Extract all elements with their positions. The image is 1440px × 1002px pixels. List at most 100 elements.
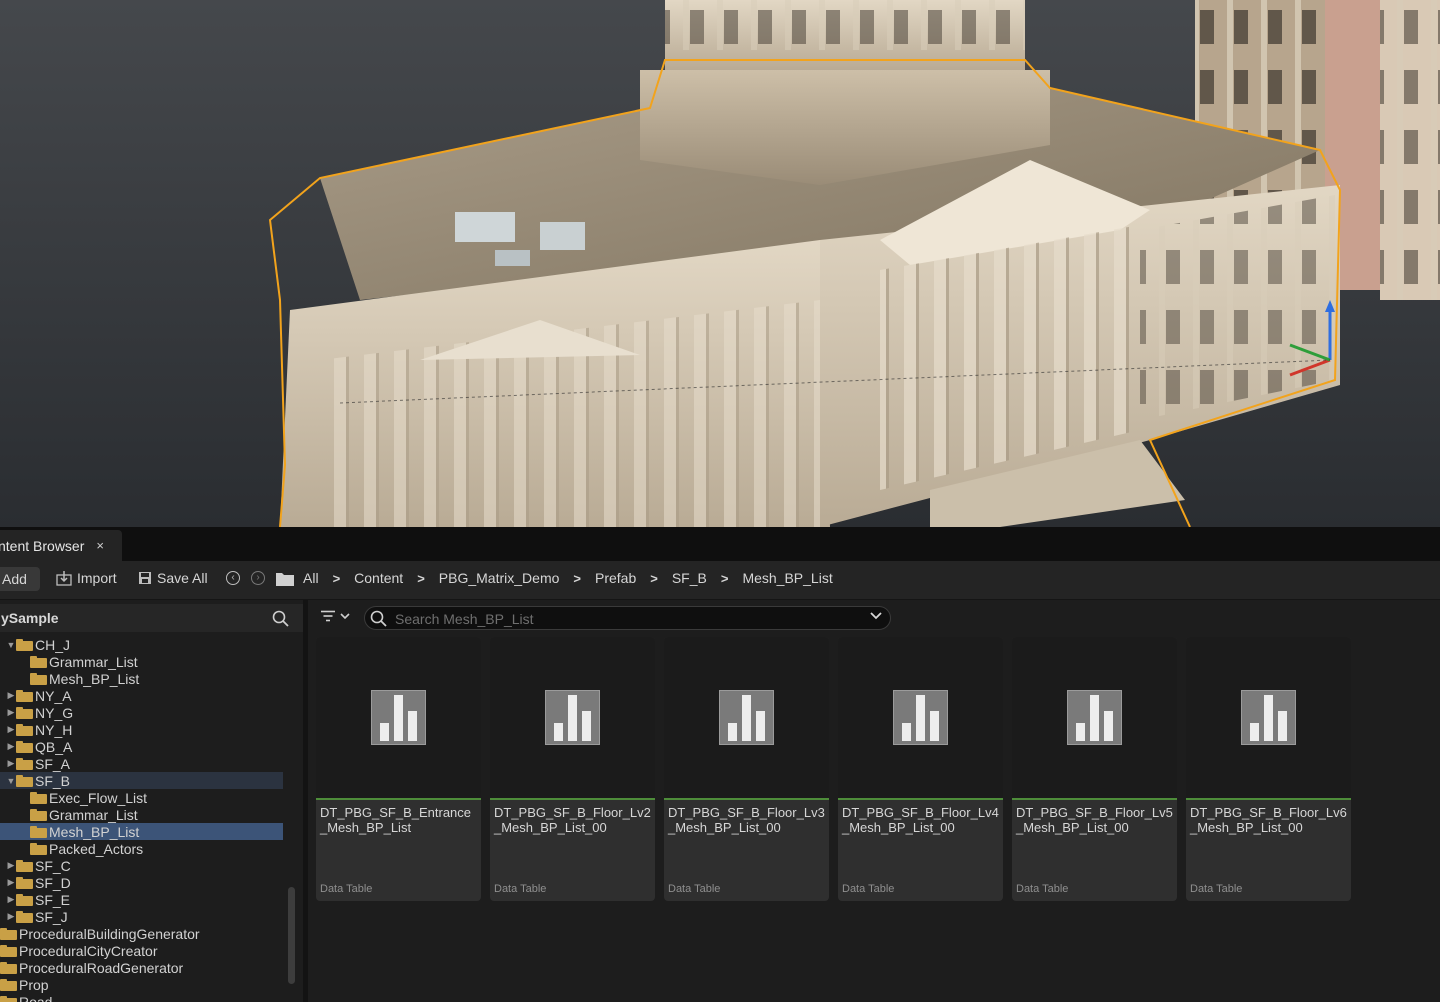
folder-icon [30,842,47,855]
search-input[interactable] [393,609,857,629]
tree-item-exec-flow-list[interactable]: Exec_Flow_List [30,789,283,806]
tree-item-grammar-list[interactable]: Grammar_List [30,806,283,823]
asset-type: Data Table [320,883,373,895]
tree-item-ny-a[interactable]: ▶ NY_A [6,687,283,704]
expand-arrow-icon[interactable]: ▶ [6,690,16,701]
tree-item-sf-j[interactable]: ▶ SF_J [6,908,283,925]
tree-item-label: NY_H [35,721,73,738]
breadcrumb-item-content[interactable]: Content [354,570,403,586]
asset-name: DT_PBG_SF_B_Floor_Lv6_Mesh_BP_List_00 [1190,805,1347,835]
asset-tile[interactable]: DT_PBG_SF_B_Floor_Lv5_Mesh_BP_List_00 Da… [1012,637,1177,901]
save-all-button[interactable]: Save All [137,570,208,586]
asset-tile[interactable]: DT_PBG_SF_B_Entrance_Mesh_BP_List Data T… [316,637,481,901]
tree-item-label: Grammar_List [49,806,138,823]
tree-item-ny-g[interactable]: ▶ NY_G [6,704,283,721]
tree-item-packed-actors[interactable]: Packed_Actors [30,840,283,857]
folder-open-icon [16,774,33,787]
tab-content-browser[interactable]: ntent Browser × [0,530,122,561]
tree-item-label: Road [19,993,53,1002]
folder-icon [30,808,47,821]
asset-tile[interactable]: DT_PBG_SF_B_Floor_Lv4_Mesh_BP_List_00 Da… [838,637,1003,901]
search-icon[interactable] [272,610,289,627]
breadcrumb-item-pbg-matrix-demo[interactable]: PBG_Matrix_Demo [439,570,560,586]
tree-item-procedural-city-creator[interactable]: ProceduralCityCreator [0,942,283,959]
tree-item-sf-d[interactable]: ▶ SF_D [6,874,283,891]
content-browser-toolbar: Add Import Save All ‹ › All > Content > … [0,561,1440,600]
asset-name: DT_PBG_SF_B_Floor_Lv5_Mesh_BP_List_00 [1016,805,1173,835]
data-table-icon [1067,690,1122,745]
expand-arrow-icon[interactable]: ▶ [6,894,16,905]
asset-type-bar [838,798,1003,800]
tree-root-title[interactable]: ySample [1,610,59,626]
expand-arrow-icon[interactable]: ▶ [6,911,16,922]
asset-thumbnail [1186,637,1351,798]
folder-open-icon [16,638,33,651]
filter-button[interactable] [320,610,350,622]
breadcrumb-chevron-icon[interactable]: > [650,571,658,586]
folder-icon [16,740,33,753]
folder-icon [30,825,47,838]
tree-item-sf-e[interactable]: ▶ SF_E [6,891,283,908]
folder-icon[interactable] [276,572,294,586]
breadcrumb-item-prefab[interactable]: Prefab [595,570,636,586]
breadcrumb-chevron-icon[interactable]: > [417,571,425,586]
tree-item-mesh-bp-list[interactable]: Mesh_BP_List [30,670,283,687]
folder-icon [16,723,33,736]
expand-arrow-icon[interactable]: ▶ [6,758,16,769]
tree-item-road[interactable]: Road [0,993,283,1002]
folder-icon [0,944,17,957]
folder-icon [30,672,47,685]
breadcrumb-item-sf-b[interactable]: SF_B [672,570,707,586]
tree-item-sf-b[interactable]: ▼ SF_B [0,772,283,789]
level-viewport[interactable] [0,0,1440,527]
tree-item-grammar-list[interactable]: Grammar_List [30,653,283,670]
chevron-down-icon [340,612,350,619]
expand-arrow-icon[interactable]: ▶ [6,877,16,888]
close-icon[interactable]: × [96,538,104,553]
tree-item-prop[interactable]: Prop [0,976,283,993]
tree-item-label: ProceduralRoadGenerator [19,959,184,976]
folder-icon [16,706,33,719]
import-button-label: Import [77,570,117,586]
tree-item-ch-j[interactable]: ▼ CH_J [6,636,283,653]
chevron-down-icon[interactable] [870,612,882,620]
breadcrumb-chevron-icon[interactable]: > [721,571,729,586]
expand-arrow-icon[interactable]: ▶ [6,707,16,718]
tree-item-procedural-building-generator[interactable]: ProceduralBuildingGenerator [0,925,283,942]
asset-type-bar [664,798,829,800]
forward-icon[interactable]: › [251,571,265,585]
tree-item-ny-h[interactable]: ▶ NY_H [6,721,283,738]
asset-tile[interactable]: DT_PBG_SF_B_Floor_Lv2_Mesh_BP_List_00 Da… [490,637,655,901]
asset-tile[interactable]: DT_PBG_SF_B_Floor_Lv6_Mesh_BP_List_00 Da… [1186,637,1351,901]
collapse-arrow-icon[interactable]: ▼ [6,776,16,786]
add-button[interactable]: Add [0,567,40,591]
tree-item-label: CH_J [35,636,71,653]
asset-type: Data Table [668,883,721,895]
asset-type: Data Table [494,883,547,895]
folder-icon [16,757,33,770]
import-button[interactable]: Import [56,570,117,586]
asset-tile[interactable]: DT_PBG_SF_B_Floor_Lv3_Mesh_BP_List_00 Da… [664,637,829,901]
back-icon[interactable]: ‹ [226,571,240,585]
breadcrumb-item-all[interactable]: All [303,570,319,586]
tree-item-label: Grammar_List [49,653,138,670]
tab-bar: ntent Browser × [0,527,1440,561]
expand-arrow-icon[interactable]: ▶ [6,724,16,735]
asset-search-box[interactable] [364,606,891,630]
breadcrumb-chevron-icon[interactable]: > [333,571,341,586]
folder-icon [16,910,33,923]
folder-icon [0,995,17,1002]
tree-scrollbar[interactable] [288,887,295,984]
collapse-arrow-icon[interactable]: ▼ [6,640,16,650]
tree-item-sf-c[interactable]: ▶ SF_C [6,857,283,874]
expand-arrow-icon[interactable]: ▶ [6,741,16,752]
tree-item-sf-a[interactable]: ▶ SF_A [6,755,283,772]
tree-item-label: Prop [19,976,49,993]
data-table-icon [719,690,774,745]
tree-item-procedural-road-generator[interactable]: ProceduralRoadGenerator [0,959,283,976]
tree-item-mesh-bp-list-selected[interactable]: Mesh_BP_List [0,823,283,840]
expand-arrow-icon[interactable]: ▶ [6,860,16,871]
breadcrumb-chevron-icon[interactable]: > [573,571,581,586]
breadcrumb-item-mesh-bp-list[interactable]: Mesh_BP_List [742,570,832,586]
tree-item-qb-a[interactable]: ▶ QB_A [6,738,283,755]
